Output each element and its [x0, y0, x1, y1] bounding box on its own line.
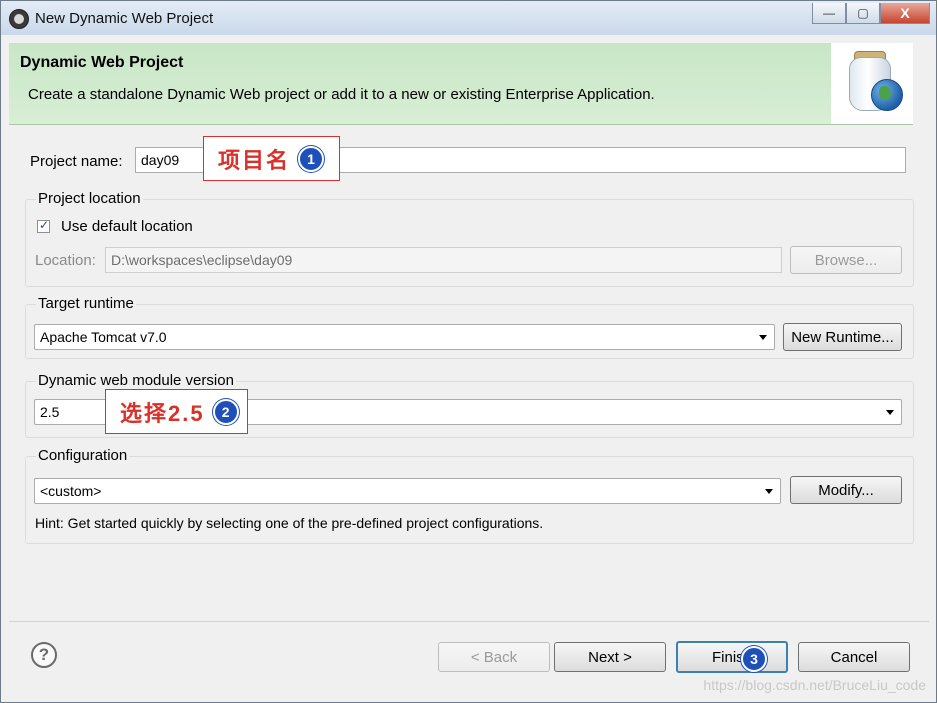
configuration-select[interactable]: <custom> — [34, 478, 781, 504]
project-location-group — [25, 199, 914, 287]
project-location-title: Project location — [36, 190, 143, 207]
modify-button[interactable]: Modify... — [790, 476, 902, 504]
annotation-badge-finish: 3 — [741, 646, 767, 672]
chevron-down-icon — [765, 489, 773, 494]
watermark: https://blog.csdn.net/BruceLiu_code — [703, 677, 926, 693]
use-default-location-label: Use default location — [61, 218, 193, 235]
chevron-down-icon — [886, 410, 894, 415]
close-button[interactable]: X — [880, 3, 930, 24]
browse-button[interactable]: Browse... — [790, 246, 902, 274]
annotation-module-version: 选择2.5 2 — [105, 389, 248, 434]
annotation-text: 选择2.5 — [120, 400, 205, 426]
minimize-button[interactable]: — — [812, 3, 846, 24]
eclipse-icon — [9, 9, 29, 29]
use-default-location-checkbox[interactable] — [37, 218, 50, 233]
finish-button[interactable]: Finish — [676, 641, 788, 673]
configuration-value: <custom> — [40, 483, 102, 499]
maximize-button[interactable]: ▢ — [846, 3, 880, 24]
target-runtime-title: Target runtime — [36, 295, 136, 312]
location-label: Location: — [35, 252, 96, 269]
next-button[interactable]: Next > — [554, 642, 666, 672]
target-runtime-value: Apache Tomcat v7.0 — [40, 329, 167, 345]
cancel-button[interactable]: Cancel — [798, 642, 910, 672]
window-title: New Dynamic Web Project — [35, 10, 214, 27]
banner-description: Create a standalone Dynamic Web project … — [28, 86, 655, 103]
location-input[interactable]: D:\workspaces\eclipse\day09 — [105, 247, 782, 273]
banner-title: Dynamic Web Project — [20, 54, 184, 71]
annotation-badge: 1 — [298, 145, 325, 172]
target-runtime-select[interactable]: Apache Tomcat v7.0 — [34, 324, 775, 350]
window-controls: — ▢ X — [812, 3, 930, 24]
location-value: D:\workspaces\eclipse\day09 — [111, 252, 293, 268]
module-version-title: Dynamic web module version — [36, 372, 236, 389]
annotation-project-name: 项目名 1 — [203, 136, 340, 181]
configuration-hint: Hint: Get started quickly by selecting o… — [35, 515, 544, 531]
project-name-label: Project name: — [30, 153, 123, 170]
back-button[interactable]: < Back — [438, 642, 550, 672]
footer-divider — [9, 621, 929, 622]
annotation-text: 项目名 — [218, 147, 291, 173]
wizard-banner: Dynamic Web Project Create a standalone … — [9, 43, 831, 125]
configuration-title: Configuration — [36, 447, 130, 464]
dialog-window: New Dynamic Web Project — ▢ X Dynamic We… — [0, 0, 937, 703]
web-project-jar-globe-icon — [831, 43, 913, 125]
module-version-value: 2.5 — [40, 404, 60, 420]
title-bar[interactable]: New Dynamic Web Project — ▢ X — [1, 1, 936, 35]
new-runtime-button[interactable]: New Runtime... — [783, 323, 902, 351]
globe-icon — [871, 79, 903, 111]
project-name-value: day09 — [141, 152, 180, 168]
annotation-badge: 2 — [212, 398, 239, 425]
help-icon[interactable]: ? — [31, 642, 57, 668]
chevron-down-icon — [759, 335, 767, 340]
